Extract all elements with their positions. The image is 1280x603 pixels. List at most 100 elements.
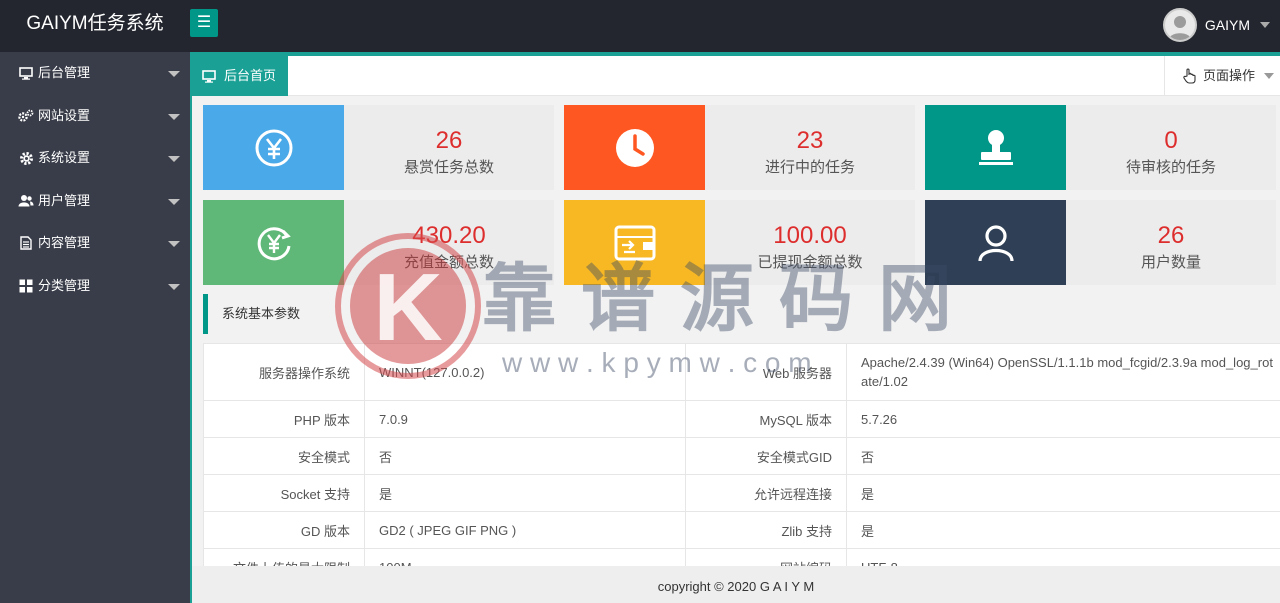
table-cell-value: 否 [846,437,1280,475]
table-cell-value: WINNT(127.0.0.2) [364,343,686,401]
table-cell-value: 7.0.9 [364,400,686,438]
stat-card-icon-box [203,105,344,190]
yen-icon [255,129,292,166]
chevron-down-icon [1264,73,1274,79]
table-row: 服务器操作系统 WINNT(127.0.0.2) Web 服务器 Apache/… [203,343,1280,401]
table-cell-value: GD2 ( JPEG GIF PNG ) [364,511,686,549]
sidebar-item-label: 分类管理 [38,277,91,293]
stat-value: 100.00 [773,222,847,249]
sidebar-item-system-settings[interactable]: 系统设置 [0,137,190,180]
chevron-down-icon [168,241,180,247]
sidebar-item-label: 网站设置 [38,107,91,123]
stat-card-body: 23 进行中的任务 [705,105,915,190]
table-cell-value: 5.7.26 [846,400,1280,438]
copyright-text: copyright © 2020 G A I Y M [657,579,815,594]
stat-card-body: 0 待审核的任务 [1066,105,1276,190]
table-cell-key: 允许远程连接 [685,474,847,512]
table-cell-value: 是 [364,474,686,512]
table-cell-value: 是 [846,511,1280,549]
table-cell-key: 安全模式 [203,437,365,475]
tab-bar: 后台首页 页面操作 [192,52,1280,96]
chevron-down-icon [1260,22,1270,28]
footer: copyright © 2020 G A I Y M [192,566,1280,603]
user-avatar-icon [1168,16,1191,40]
stat-card-body: 430.20 充值金额总数 [344,200,554,285]
system-info-table: 服务器操作系统 WINNT(127.0.0.2) Web 服务器 Apache/… [203,343,1280,586]
stat-card-withdrawn-total[interactable]: 100.00 已提现金额总数 [564,200,915,285]
stat-value: 23 [796,127,824,154]
sidebar-item-user-management[interactable]: 用户管理 [0,180,190,223]
gear-icon [18,137,34,179]
page-operations-button[interactable]: 页面操作 [1164,56,1280,96]
table-row: 安全模式 否 安全模式GID 否 [203,437,1280,475]
stat-card-body: 26 悬赏任务总数 [344,105,554,190]
stat-card-active-tasks[interactable]: 23 进行中的任务 [564,105,915,190]
sidebar-item-content-management[interactable]: 内容管理 [0,222,190,265]
sidebar-item-site-settings[interactable]: 网站设置 [0,95,190,138]
table-cell-key: Socket 支持 [203,474,365,512]
top-bar: GAIYM任务系统 ☰ GAIYM [0,0,1280,52]
sidebar-item-label: 用户管理 [38,192,91,208]
chevron-down-icon [168,283,180,290]
document-icon [18,222,34,264]
table-row: PHP 版本 7.0.9 MySQL 版本 5.7.26 [203,400,1280,438]
grid-icon [18,265,34,307]
section-title: 系统基本参数 [203,294,1280,334]
stat-card-pending-tasks[interactable]: 0 待审核的任务 [925,105,1276,190]
hamburger-icon: ☰ [196,14,212,31]
table-cell-key: Zlib 支持 [685,511,847,549]
stat-card-user-count[interactable]: 26 用户数量 [925,200,1276,285]
stat-value: 430.20 [412,222,486,249]
table-cell-key: PHP 版本 [203,400,365,438]
menu-toggle-button[interactable]: ☰ [190,9,218,37]
stat-label: 进行中的任务 [764,159,855,176]
yen-refresh-icon [257,226,291,260]
stat-card-icon-box [564,200,705,285]
page-operations-label: 页面操作 [1203,68,1256,83]
app-title[interactable]: GAIYM任务系统 [0,0,190,52]
table-cell-value: Apache/2.4.39 (Win64) OpenSSL/1.1.1b mod… [846,343,1280,401]
table-cell-key: Web 服务器 [685,343,847,401]
stat-label: 充值金额总数 [403,254,494,271]
monitor-icon [18,52,34,94]
chevron-down-icon [168,113,180,120]
stat-label: 用户数量 [1140,254,1201,271]
stat-card-reward-tasks[interactable]: 26 悬赏任务总数 [203,105,554,190]
table-row: GD 版本 GD2 ( JPEG GIF PNG ) Zlib 支持 是 [203,511,1280,549]
table-cell-key: 安全模式GID [685,437,847,475]
sidebar-item-label: 系统设置 [38,150,91,165]
stat-card-recharge-total[interactable]: 430.20 充值金额总数 [203,200,554,285]
table-cell-key: 服务器操作系统 [203,343,365,401]
stamp-icon [978,129,1013,165]
stat-card-icon-box [564,105,705,190]
sidebar-item-backend[interactable]: 后台管理 [0,52,190,95]
table-cell-value: 是 [846,474,1280,512]
avatar [1162,8,1197,42]
stat-card-icon-box [203,200,344,285]
user-menu[interactable]: GAIYM [1162,8,1270,42]
user-icon [977,224,1014,261]
stat-card-body: 26 用户数量 [1066,200,1276,285]
tab-home-label: 后台首页 [224,68,277,83]
tab-home[interactable]: 后台首页 [192,56,288,96]
stat-value: 26 [435,127,463,154]
stat-value: 26 [1157,222,1185,249]
sidebar: 后台管理 网站设置 系统设置 用户管理 内容管理 分类管理 [0,52,190,603]
table-row: Socket 支持 是 允许远程连接 是 [203,474,1280,512]
sidebar-item-label: 内容管理 [38,235,91,250]
stat-card-body: 100.00 已提现金额总数 [705,200,915,285]
table-cell-value: 否 [364,437,686,475]
hand-pointer-icon [1183,56,1197,96]
stat-value: 0 [1164,127,1178,154]
wallet-icon [614,225,655,260]
chevron-down-icon [168,198,180,205]
monitor-icon [202,56,216,96]
table-cell-key: MySQL 版本 [685,400,847,438]
stat-card-icon-box [925,200,1066,285]
stat-label: 已提现金额总数 [757,254,863,271]
chevron-down-icon [168,71,180,77]
gears-icon [18,95,34,137]
sidebar-item-category-management[interactable]: 分类管理 [0,265,190,308]
user-name: GAIYM [1204,17,1250,33]
users-icon [18,180,34,222]
